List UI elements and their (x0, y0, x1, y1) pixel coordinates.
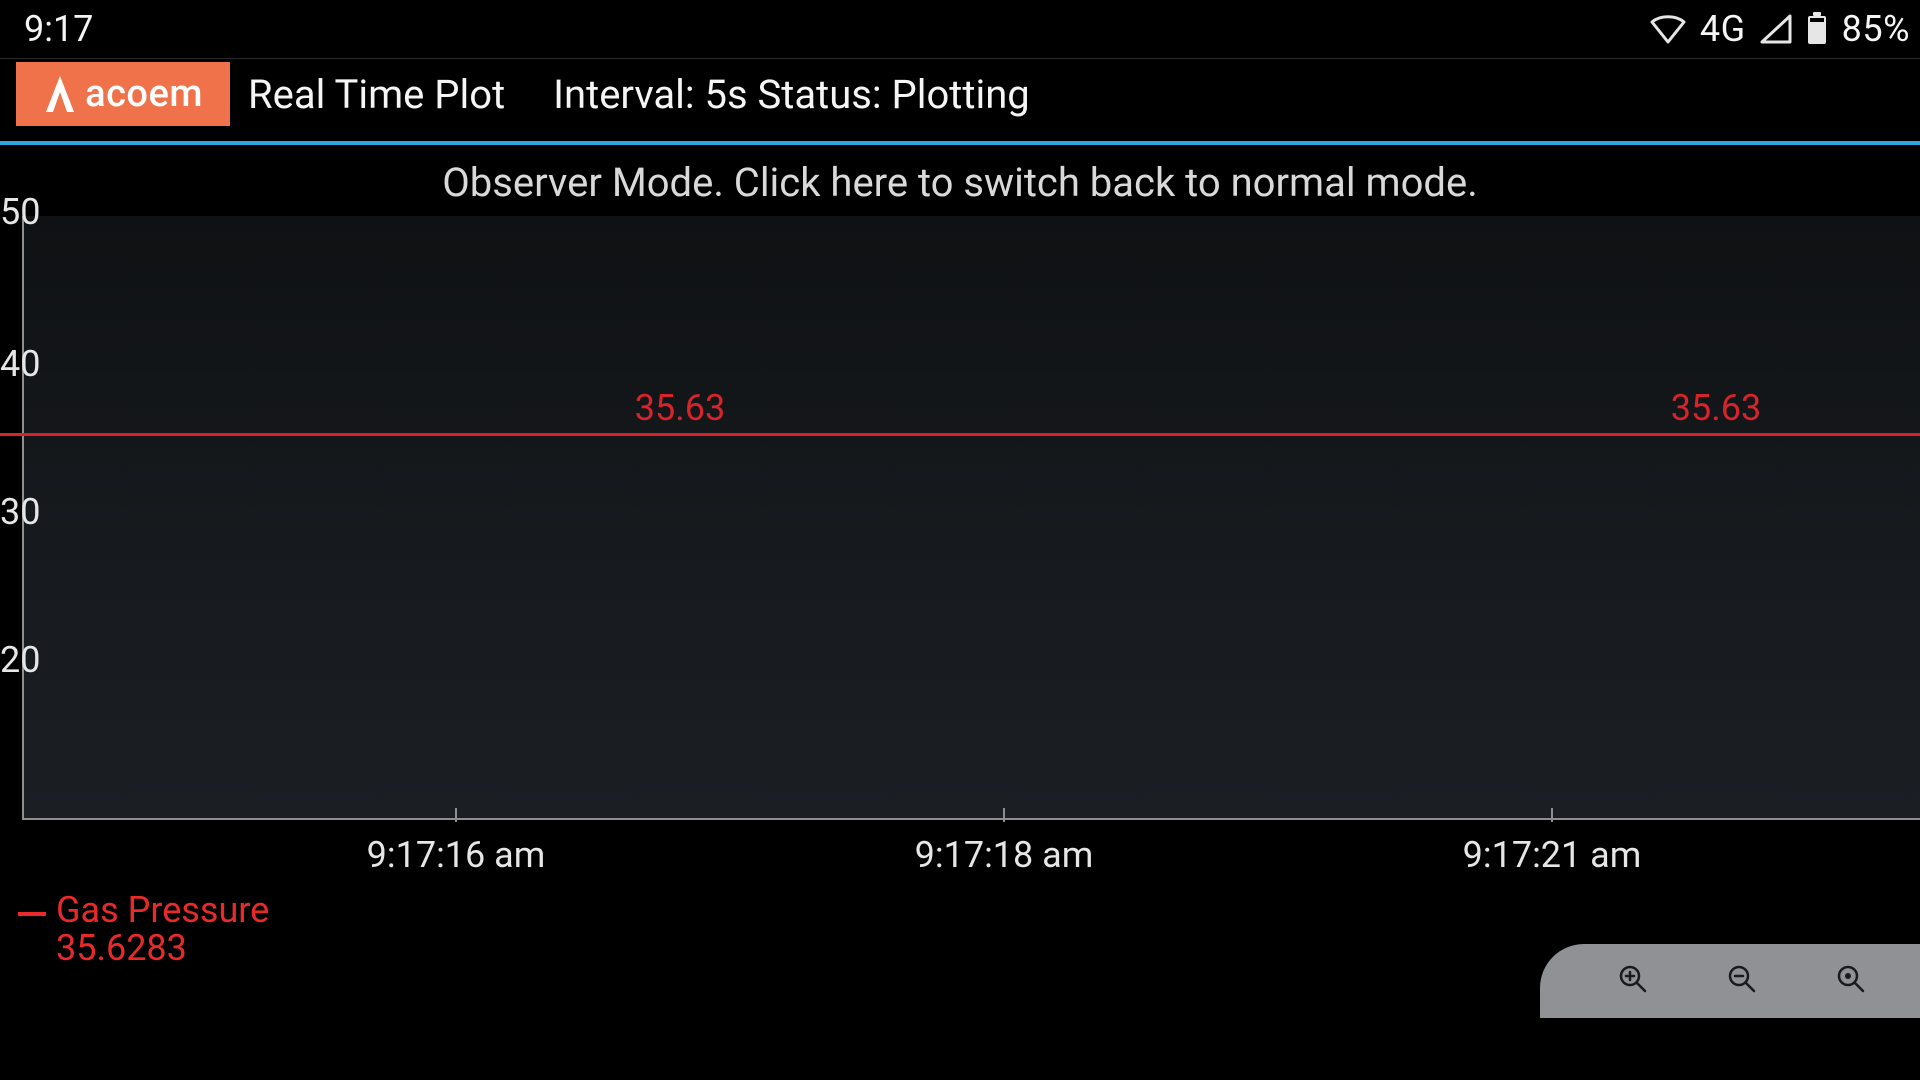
device-status-bar: 9:17 4G 85% (0, 0, 1920, 58)
status-time: 9:17 (24, 8, 93, 50)
chart-plot-area[interactable] (24, 216, 1920, 818)
brand-badge[interactable]: acoem (16, 62, 230, 126)
network-type-label: 4G (1700, 8, 1746, 50)
y-tick-label: 40 (0, 343, 40, 385)
status-right-cluster: 4G 85% (1650, 8, 1910, 50)
chart-footer: Gas Pressure 35.6283 (0, 886, 1920, 1018)
legend-current-value: 35.6283 (56, 930, 269, 968)
x-tick-label: 9:17:21 am (1463, 834, 1642, 876)
series-point-label: 35.63 (635, 387, 725, 431)
zoom-reset-button[interactable] (1836, 964, 1870, 998)
y-tick-label: 20 (0, 639, 40, 681)
legend-series-name: Gas Pressure (56, 892, 269, 930)
zoom-out-button[interactable] (1727, 964, 1761, 998)
cell-signal-icon (1760, 14, 1792, 44)
legend-swatch-icon (18, 912, 46, 916)
y-tick-label: 50 (0, 191, 40, 233)
x-tick-label: 9:17:16 am (367, 834, 546, 876)
battery-percent-label: 85% (1842, 8, 1910, 50)
brand-name: acoem (85, 72, 203, 116)
realtime-chart[interactable]: 50 40 30 20 35.63 35.63 (0, 216, 1920, 820)
x-tick-label: 9:17:18 am (915, 834, 1094, 876)
zoom-in-button[interactable] (1618, 964, 1652, 998)
series-point-label: 35.63 (1671, 387, 1761, 431)
zoom-toolbar (1540, 944, 1920, 1018)
chart-x-labels: 9:17:16 am 9:17:18 am 9:17:21 am (0, 820, 1920, 886)
series-line-gas-pressure (0, 433, 1920, 436)
brand-logo-icon (43, 74, 77, 114)
screen-title: Real Time Plot (248, 71, 505, 118)
y-tick-label: 30 (0, 491, 40, 533)
app-bar: acoem Real Time Plot Interval: 5s Status… (0, 59, 1920, 129)
wifi-icon (1650, 14, 1686, 44)
screen-subtitle: Interval: 5s Status: Plotting (553, 71, 1030, 118)
battery-icon (1806, 12, 1828, 46)
observer-mode-banner[interactable]: Observer Mode. Click here to switch back… (0, 145, 1920, 216)
